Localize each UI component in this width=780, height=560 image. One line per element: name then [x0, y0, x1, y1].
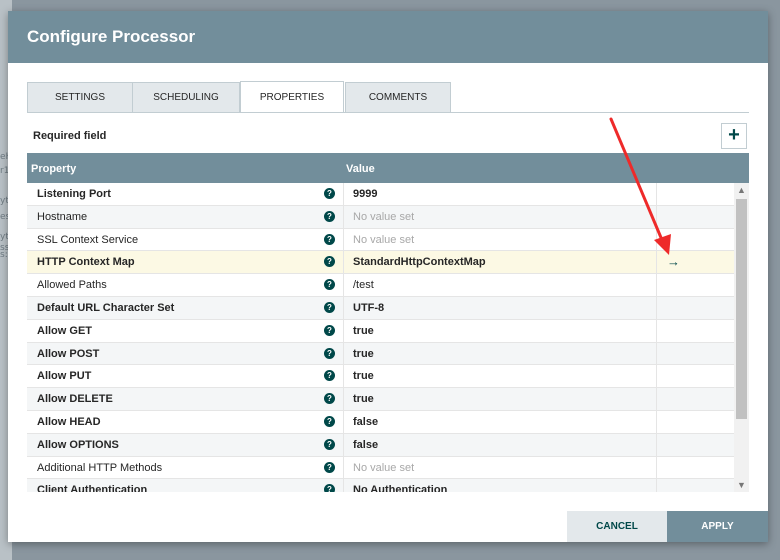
property-name: Allow GET [37, 324, 92, 337]
property-name: Allow HEAD [37, 415, 101, 428]
add-property-button[interactable]: + [721, 123, 747, 149]
tab-scheduling[interactable]: SCHEDULING [132, 82, 240, 112]
help-icon[interactable]: ? [324, 461, 335, 473]
table-row[interactable]: Allow PUT? true [27, 365, 734, 389]
help-icon[interactable]: ? [324, 279, 335, 291]
help-icon[interactable]: ? [324, 233, 335, 245]
help-icon[interactable]: ? [324, 324, 335, 336]
table-row[interactable]: Additional HTTP Methods? No value set [27, 456, 734, 480]
help-icon[interactable]: ? [324, 393, 335, 405]
property-value: false [353, 415, 379, 428]
table-row[interactable]: Allow DELETE? true [27, 388, 734, 411]
property-name: Default URL Character Set [37, 301, 175, 314]
help-icon[interactable]: ? [324, 484, 335, 492]
property-value-cell[interactable]: false [343, 410, 657, 433]
column-header-value: Value [346, 163, 375, 175]
property-value-cell[interactable]: true [343, 388, 657, 410]
property-value-cell[interactable]: UTF-8 [343, 296, 657, 319]
table-scrollbar[interactable]: ▲ ▼ [734, 183, 749, 492]
property-value-cell[interactable]: 9999 [343, 183, 657, 205]
property-value-cell[interactable]: true [343, 342, 657, 365]
property-name: Allowed Paths [37, 279, 107, 292]
property-name: Additional HTTP Methods [37, 461, 163, 474]
table-body: Listening Port? 9999 Hostname? No value set… [27, 183, 734, 492]
scroll-down-icon[interactable]: ▼ [734, 480, 749, 490]
property-value-cell[interactable]: No value set [343, 456, 657, 479]
help-icon[interactable]: ? [324, 210, 335, 222]
property-value: No value set [353, 461, 415, 474]
table-row[interactable]: Default URL Character Set? UTF-8 [27, 296, 734, 320]
apply-button[interactable]: APPLY [667, 511, 768, 542]
property-value: true [353, 370, 374, 383]
property-value: UTF-8 [353, 301, 385, 314]
property-value: false [353, 438, 379, 451]
property-value: true [353, 347, 374, 360]
property-name: Allow PUT [37, 370, 92, 383]
help-icon[interactable]: ? [324, 415, 335, 427]
property-value-cell[interactable]: No value set [343, 205, 657, 228]
property-name: SSL Context Service [37, 233, 139, 246]
help-icon[interactable]: ? [324, 188, 335, 199]
property-name: Allow POST [37, 347, 100, 360]
go-to-service-icon[interactable]: → [667, 254, 680, 269]
column-header-property: Property [31, 163, 77, 175]
help-icon[interactable]: ? [324, 438, 335, 450]
property-name: Client Authentication [37, 484, 148, 492]
property-value-cell[interactable]: StandardHttpContextMap [343, 251, 657, 274]
help-icon[interactable]: ? [324, 370, 335, 382]
property-name: Listening Port [37, 188, 111, 200]
tab-settings[interactable]: SETTINGS [27, 82, 133, 112]
property-value: No value set [353, 210, 415, 223]
help-icon[interactable]: ? [324, 301, 335, 313]
table-row[interactable]: Client Authentication? No Authentication [27, 479, 734, 492]
dialog-header: Configure Processor [8, 11, 768, 63]
dialog-title: Configure Processor [27, 27, 196, 46]
table-row[interactable]: SSL Context Service? No value set [27, 228, 734, 252]
table-row[interactable]: Allow HEAD? false [27, 410, 734, 434]
configure-processor-dialog: Configure Processor SETTINGS SCHEDULING … [8, 11, 768, 542]
property-value: StandardHttpContextMap [353, 256, 486, 269]
tab-divider [27, 112, 749, 113]
property-value: 9999 [353, 188, 378, 200]
table-row[interactable]: HTTP Context Map? StandardHttpContextMap → [27, 251, 734, 275]
table-row[interactable]: Allow GET? true [27, 319, 734, 343]
property-value-cell[interactable]: No value set [343, 228, 657, 251]
table-header: Property Value [27, 153, 749, 183]
tab-comments[interactable]: COMMENTS [345, 82, 451, 112]
property-value: /test [353, 279, 374, 292]
property-name: Allow OPTIONS [37, 438, 119, 451]
scrollbar-thumb[interactable] [736, 199, 747, 419]
property-value-cell[interactable]: true [343, 319, 657, 342]
property-name: Hostname [37, 210, 88, 223]
table-row[interactable]: Allow OPTIONS? false [27, 433, 734, 457]
required-field-label: Required field [33, 130, 107, 142]
property-name: HTTP Context Map [37, 256, 135, 269]
scroll-up-icon[interactable]: ▲ [734, 185, 749, 195]
property-value-cell[interactable]: No Authentication [343, 479, 657, 492]
tab-properties[interactable]: PROPERTIES [240, 81, 344, 113]
property-value: No Authentication [353, 484, 448, 492]
table-row[interactable]: Hostname? No value set [27, 205, 734, 229]
table-row[interactable]: Allow POST? true [27, 342, 734, 366]
cancel-button[interactable]: CANCEL [567, 511, 667, 542]
help-icon[interactable]: ? [324, 347, 335, 359]
table-row[interactable]: Listening Port? 9999 [27, 183, 734, 206]
property-value: No value set [353, 233, 415, 246]
property-value-cell[interactable]: false [343, 433, 657, 456]
property-value: true [353, 324, 374, 337]
dialog-footer: CANCEL APPLY [8, 511, 768, 542]
property-value-cell[interactable]: true [343, 365, 657, 388]
table-row[interactable]: Allowed Paths? /test [27, 274, 734, 297]
properties-table: Property Value Listening Port? 9999 Hostna… [27, 153, 749, 492]
property-value: true [353, 393, 374, 406]
property-name: Allow DELETE [37, 393, 113, 406]
property-value-cell[interactable]: /test [343, 274, 657, 296]
help-icon[interactable]: ? [324, 256, 335, 268]
